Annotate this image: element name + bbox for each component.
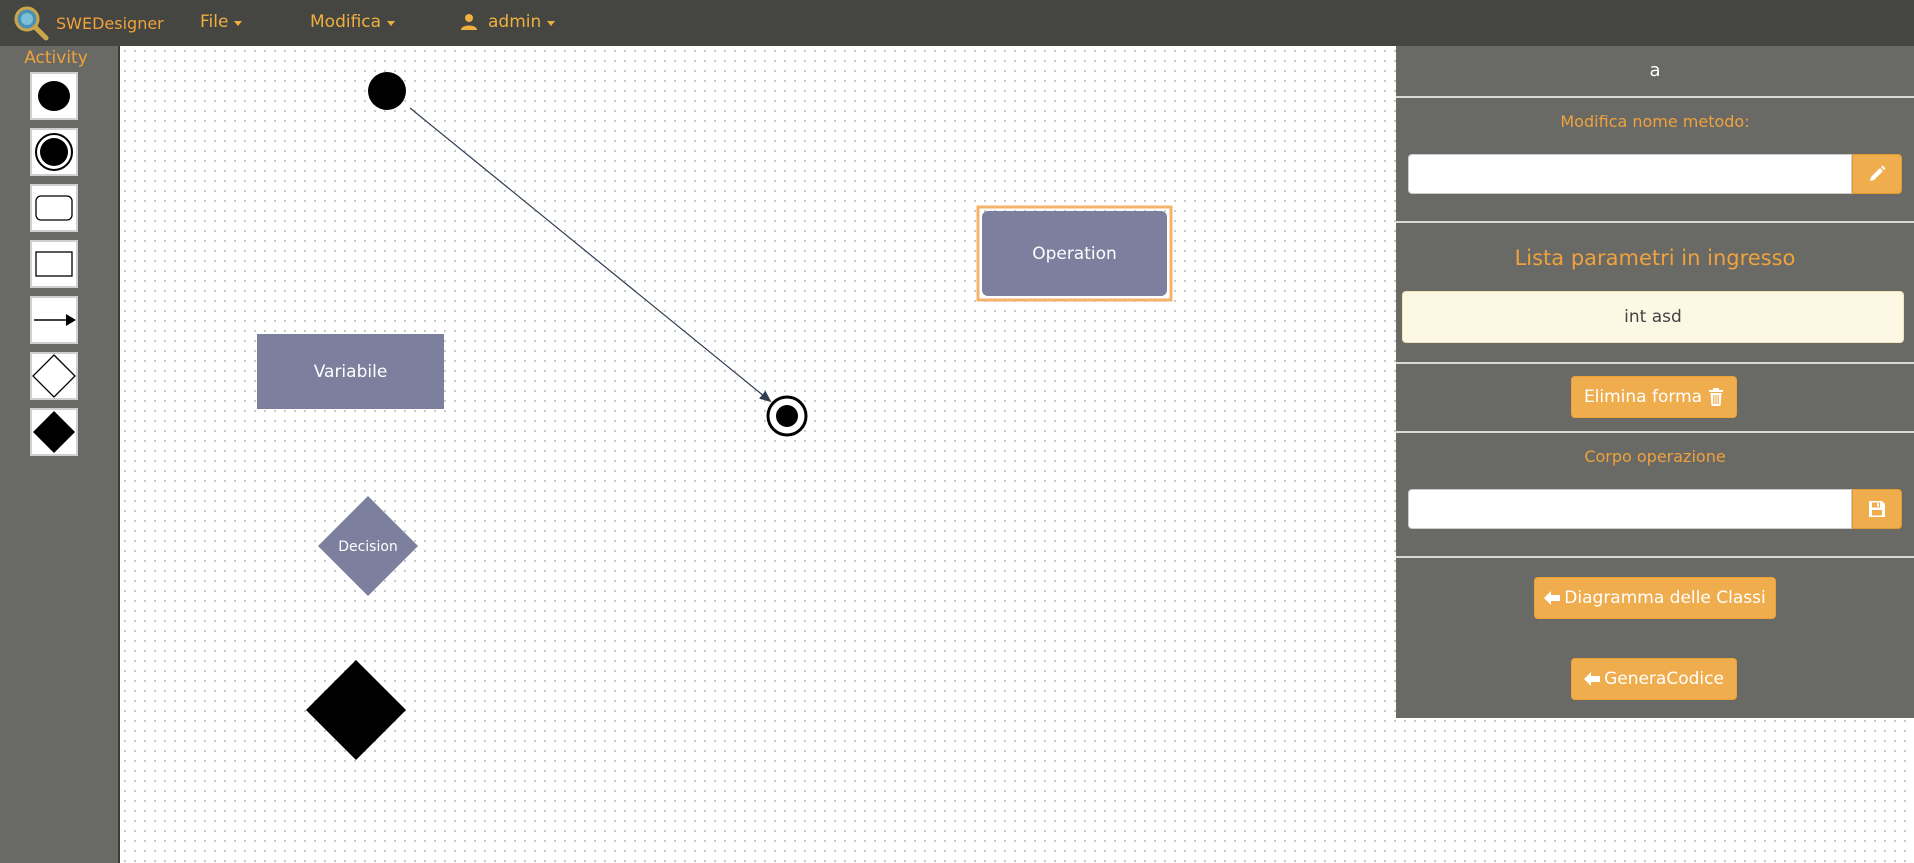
file-menu[interactable]: File bbox=[200, 0, 243, 44]
final-node-icon bbox=[35, 133, 73, 171]
user-menu-label: admin bbox=[488, 12, 542, 32]
initial-node[interactable] bbox=[368, 72, 406, 110]
tool-initial-node[interactable] bbox=[30, 72, 78, 120]
rename-method-label: Modifica nome metodo: bbox=[1560, 112, 1750, 131]
divider bbox=[1396, 221, 1914, 223]
merge-node[interactable] bbox=[306, 660, 406, 760]
user-menu[interactable]: admin bbox=[460, 0, 556, 44]
chevron-down-icon bbox=[547, 20, 556, 26]
tool-activity[interactable] bbox=[30, 184, 78, 232]
user-icon bbox=[461, 14, 477, 30]
divider bbox=[1396, 556, 1914, 558]
brand-name: SWEDesigner bbox=[56, 13, 164, 33]
save-body-button[interactable] bbox=[1852, 489, 1902, 529]
top-navbar: SWEDesigner File Modifica admin bbox=[0, 0, 1914, 47]
operation-body-label: Corpo operazione bbox=[1584, 447, 1726, 466]
transition-arrow[interactable] bbox=[409, 107, 772, 403]
magnifier-logo-icon bbox=[14, 6, 49, 41]
divider bbox=[1396, 96, 1914, 98]
tool-decision[interactable] bbox=[30, 352, 78, 400]
chevron-down-icon bbox=[234, 20, 243, 26]
properties-panel: a Modifica nome metodo: Lista parametri … bbox=[1396, 46, 1914, 718]
variable-label: Variabile bbox=[314, 362, 388, 382]
pencil-icon bbox=[1870, 165, 1886, 181]
param-item[interactable]: int asd bbox=[1402, 291, 1904, 343]
method-name-input[interactable] bbox=[1408, 154, 1852, 194]
operation-label: Operation bbox=[1032, 244, 1117, 264]
brand[interactable]: SWEDesigner bbox=[12, 4, 164, 42]
generate-code-label: GeneraCodice bbox=[1604, 669, 1724, 689]
arrow-icon bbox=[34, 314, 76, 326]
shape-toolbar: Activity bbox=[0, 46, 120, 863]
file-menu-label: File bbox=[200, 12, 229, 32]
arrow-left-icon bbox=[1584, 672, 1601, 686]
trash-icon bbox=[1709, 388, 1724, 406]
delete-shape-label: Elimina forma bbox=[1583, 387, 1703, 407]
save-icon bbox=[1869, 501, 1885, 517]
modifica-menu-label: Modifica bbox=[310, 12, 382, 32]
decision-node[interactable]: Decision bbox=[318, 496, 418, 596]
delete-shape-button[interactable]: Elimina forma bbox=[1571, 376, 1737, 418]
panel-title: a bbox=[1649, 60, 1661, 81]
tool-final-node[interactable] bbox=[30, 128, 78, 176]
divider bbox=[1396, 362, 1914, 364]
generate-code-button[interactable]: GeneraCodice bbox=[1571, 658, 1737, 700]
initial-node-icon bbox=[38, 81, 70, 111]
final-node[interactable] bbox=[766, 395, 808, 437]
modifica-menu[interactable]: Modifica bbox=[310, 0, 396, 44]
class-diagram-button[interactable]: Diagramma delle Classi bbox=[1534, 577, 1776, 619]
rename-method-button[interactable] bbox=[1852, 154, 1902, 194]
params-heading: Lista parametri in ingresso bbox=[1514, 246, 1796, 270]
rectangle-icon bbox=[35, 251, 73, 277]
class-diagram-label: Diagramma delle Classi bbox=[1564, 588, 1766, 608]
decision-label: Decision bbox=[338, 539, 398, 555]
toolbar-title: Activity bbox=[24, 48, 88, 68]
variable-node[interactable]: Variabile bbox=[257, 334, 444, 409]
tool-merge[interactable] bbox=[30, 408, 78, 456]
arrow-left-icon bbox=[1544, 591, 1561, 605]
tool-transition[interactable] bbox=[30, 296, 78, 344]
diamond-outline-icon bbox=[32, 354, 76, 398]
rounded-rectangle-icon bbox=[35, 195, 73, 221]
tool-variable[interactable] bbox=[30, 240, 78, 288]
diamond-filled-icon bbox=[33, 411, 75, 453]
chevron-down-icon bbox=[387, 20, 396, 26]
divider bbox=[1396, 431, 1914, 433]
operation-body-input[interactable] bbox=[1408, 489, 1852, 529]
operation-node[interactable]: Operation bbox=[976, 205, 1173, 302]
